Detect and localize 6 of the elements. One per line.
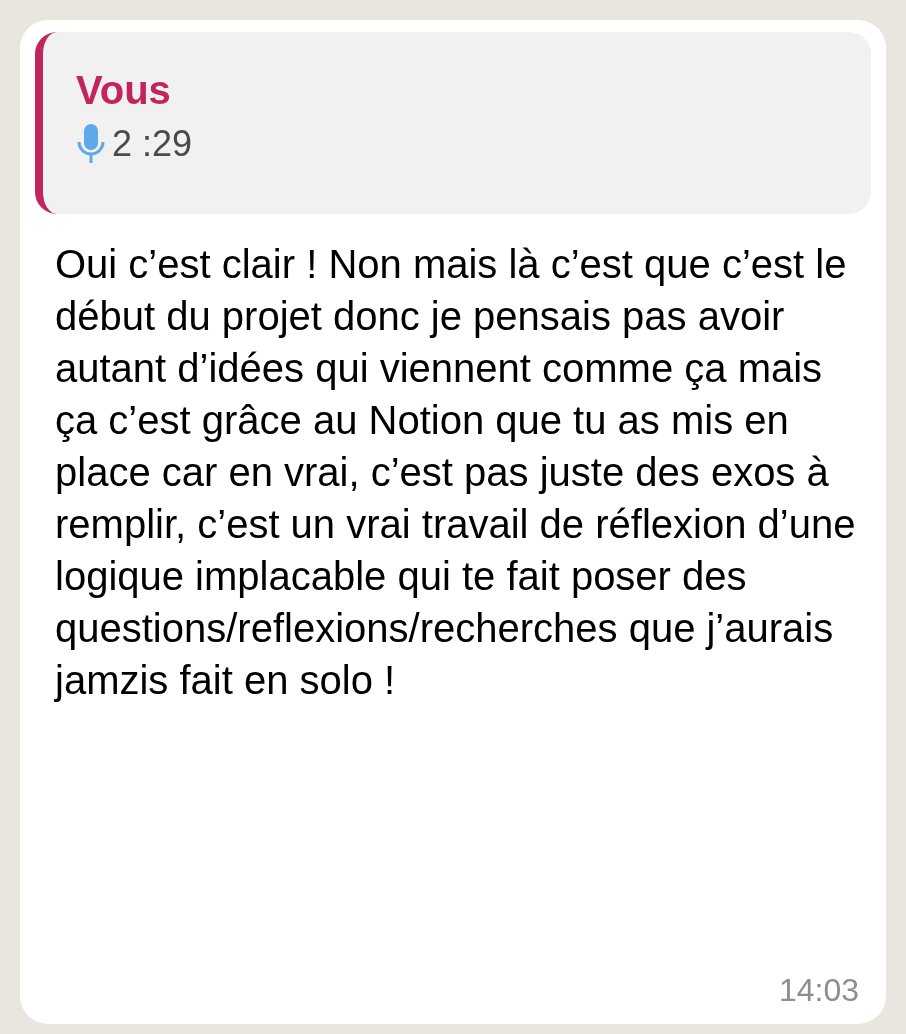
quoted-message[interactable]: Vous 2 :29 <box>35 32 871 214</box>
microphone-icon <box>76 124 106 164</box>
message-time: 14:03 <box>778 972 859 1008</box>
message-text: Oui c’est clair ! Non mais là c’est que c’est le début du projet donc je pensais pas avoir autant d’idées qui viennent comme ça mais ça c’est grâce au Notion que tu as mis en place car en vrai, c’est pas juste des exos à remplir, c’est un vrai travail de réflexion d’une logique implacable qui te fait poser des questions/reflexions/recherches que j’aurais jamzis fait en solo ! <box>53 241 857 704</box>
quoted-sender: Vous <box>76 68 172 112</box>
voice-duration: 2 :29 <box>112 124 193 164</box>
